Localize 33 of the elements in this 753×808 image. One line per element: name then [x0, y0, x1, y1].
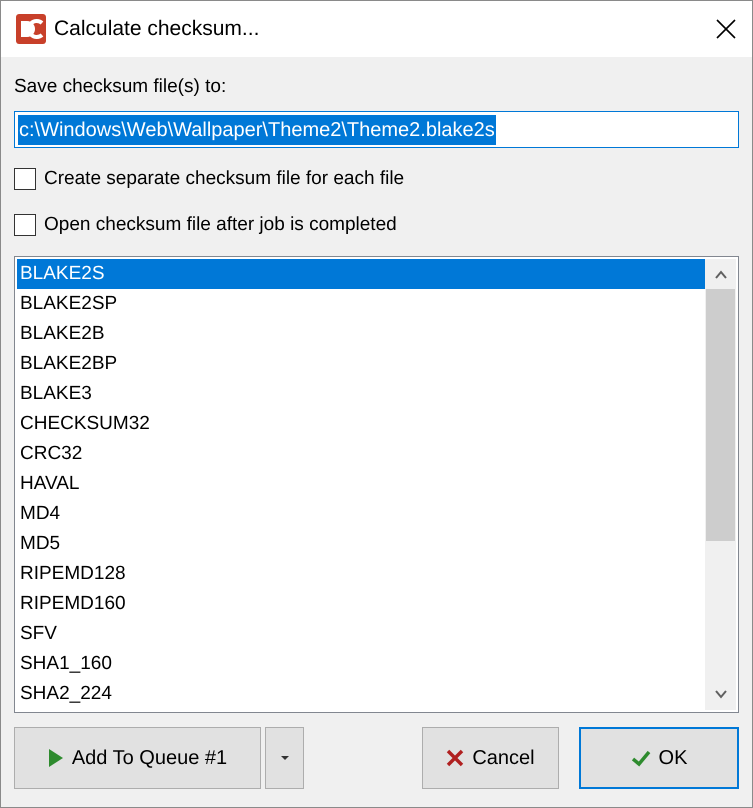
window-title: Calculate checksum... [54, 16, 260, 42]
ok-button[interactable]: OK [579, 727, 739, 789]
list-item[interactable]: SHA1_160 [17, 649, 705, 679]
list-item[interactable]: SHA2_224 [17, 679, 705, 709]
list-item[interactable]: BLAKE3 [17, 379, 705, 409]
list-item[interactable]: MD5 [17, 529, 705, 559]
checkbox-label[interactable]: Open checksum file after job is completed [44, 210, 397, 240]
scroll-thumb[interactable] [706, 289, 735, 541]
list-item[interactable]: CHECKSUM32 [17, 409, 705, 439]
add-to-queue-button[interactable]: Add To Queue #1 [14, 727, 261, 789]
scrollbar[interactable] [705, 259, 736, 710]
play-icon [48, 748, 64, 768]
checkbox-label[interactable]: Create separate checksum file for each file [44, 164, 404, 194]
cancel-button[interactable]: Cancel [422, 727, 559, 789]
checkbox[interactable] [14, 168, 36, 190]
list-item[interactable]: RIPEMD160 [17, 589, 705, 619]
save-location-label: Save checksum file(s) to: [14, 75, 228, 99]
checkmark-icon [630, 749, 651, 767]
list-item[interactable]: RIPEMD128 [17, 559, 705, 589]
list-item[interactable]: MD4 [17, 499, 705, 529]
list-item[interactable]: BLAKE2S [17, 259, 705, 289]
list-item[interactable]: SFV [17, 619, 705, 649]
list-item[interactable]: BLAKE2BP [17, 349, 705, 379]
x-icon [446, 749, 464, 767]
list-item[interactable]: BLAKE2B [17, 319, 705, 349]
checkbox[interactable] [14, 214, 36, 236]
caret-icon [280, 755, 290, 761]
list-item[interactable]: BLAKE2SP [17, 289, 705, 319]
app-logo-icon [16, 14, 46, 44]
close-icon[interactable] [716, 19, 736, 39]
path-field[interactable]: c:\Windows\Web\Wallpaper\Theme2\Theme2.blake2s [14, 111, 739, 148]
list-item[interactable]: HAVAL [17, 469, 705, 499]
list-item[interactable]: CRC32 [17, 439, 705, 469]
